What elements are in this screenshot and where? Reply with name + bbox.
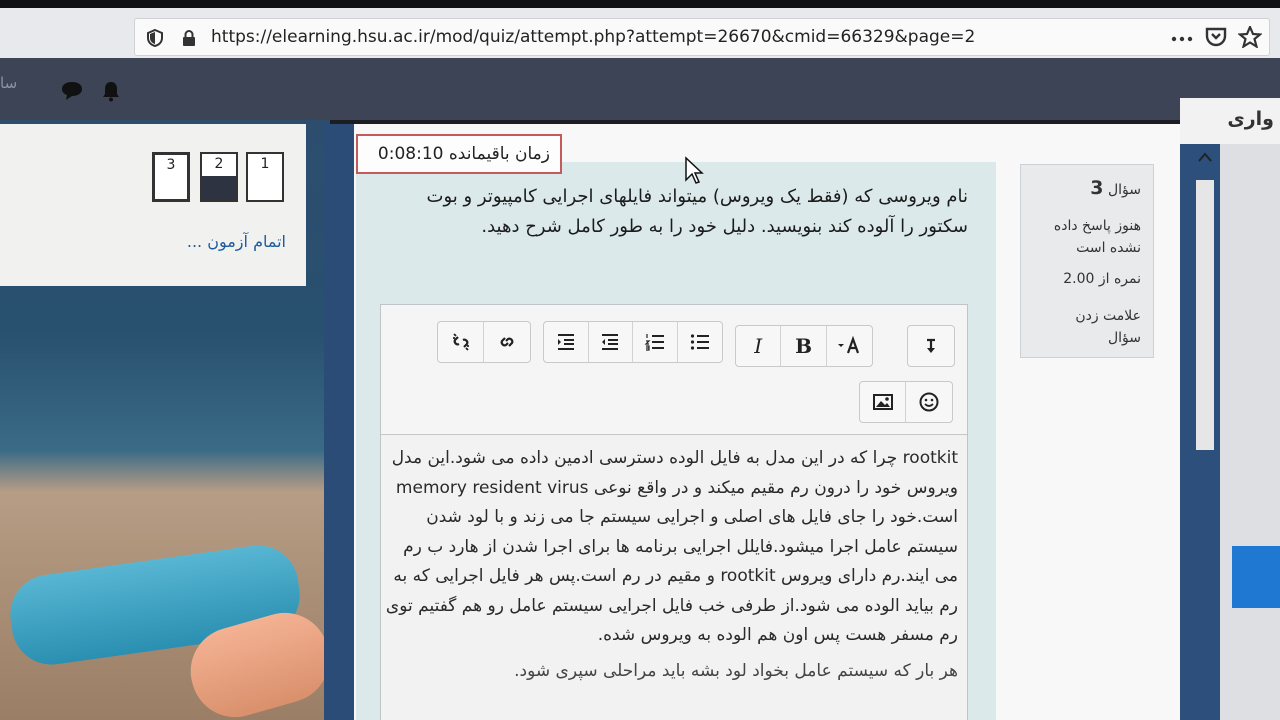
italic-button[interactable]: I — [736, 326, 782, 366]
question-label: سؤال — [1107, 182, 1141, 198]
question-number-label: 1 — [260, 156, 270, 172]
question-status: هنوز پاسخ داده نشده است — [1053, 218, 1141, 256]
pocket-icon[interactable] — [1204, 26, 1228, 48]
answered-indicator — [202, 176, 236, 200]
toolbar-toggle-group — [907, 325, 955, 367]
question-heading: سؤال 3 — [1090, 177, 1141, 199]
site-navbar: سا — [0, 58, 1280, 120]
question-mark: نمره از 2.00 — [1063, 271, 1141, 287]
messages-icon[interactable] — [60, 80, 84, 106]
outdent-icon[interactable] — [589, 322, 634, 362]
flag-label: علامت زدن سؤال — [1075, 308, 1141, 346]
answer-paragraph-1: rootkit چرا که در این مدل به فایل الوده … — [385, 448, 958, 645]
bold-button[interactable]: B — [781, 326, 827, 366]
editor-toolbar: I B — [381, 305, 967, 435]
quiz-timer: زمان باقیمانده 0:08:10 — [356, 134, 562, 174]
notifications-bell-icon[interactable] — [100, 80, 122, 106]
list-group — [543, 321, 723, 363]
right-panel — [1220, 144, 1280, 720]
question-number: 3 — [1090, 177, 1104, 199]
show-more-buttons-icon[interactable] — [908, 326, 954, 366]
more-actions-icon[interactable] — [1170, 28, 1194, 50]
image-icon[interactable] — [860, 382, 906, 422]
flag-question-toggle[interactable]: علامت زدن سؤال — [1041, 305, 1141, 349]
question-text: نام ویروسی که (فقط یک ویروس) میتواند فای… — [426, 186, 968, 237]
style-group: I B — [735, 325, 873, 367]
header-strip: واری — [1180, 98, 1280, 144]
question-number-label: 2 — [214, 156, 224, 172]
answer-paragraph-2: هر بار که سیستم عامل بخواد لود بشه باید … — [514, 660, 958, 681]
question-number-label: 3 — [166, 157, 176, 173]
indent-icon[interactable] — [544, 322, 589, 362]
bookmark-star-icon[interactable] — [1237, 24, 1263, 49]
mouse-cursor-icon — [684, 156, 704, 190]
link-icon[interactable] — [484, 322, 530, 362]
main-gutter — [324, 124, 354, 720]
link-group — [437, 321, 531, 363]
quiz-nav-question-2[interactable]: 2 — [200, 152, 238, 202]
site-title: واری — [1227, 108, 1274, 130]
finish-attempt-link[interactable]: اتمام آزمون ... — [187, 232, 286, 251]
emoticon-icon[interactable] — [906, 382, 952, 422]
unlink-icon[interactable] — [438, 322, 484, 362]
quiz-nav-question-1[interactable]: 1 — [246, 152, 284, 202]
site-short-name[interactable]: سا — [0, 74, 17, 92]
quiz-nav-question-3[interactable]: 3 — [152, 152, 190, 202]
unordered-list-icon[interactable] — [678, 322, 722, 362]
lock-icon[interactable] — [179, 28, 199, 48]
quiz-navigation-block: 3 2 1 اتمام آزمون ... — [0, 124, 306, 286]
ordered-list-icon[interactable] — [633, 322, 678, 362]
answer-content: rootkit چرا که در این مدل به فایل الوده … — [384, 444, 958, 686]
url-text: https://elearning.hsu.ac.ir/mod/quiz/att… — [211, 27, 976, 47]
font-color-icon[interactable] — [827, 326, 872, 366]
address-bar[interactable]: https://elearning.hsu.ac.ir/mod/quiz/att… — [134, 18, 1270, 56]
window-top-edge — [0, 0, 1280, 8]
right-panel-accent — [1232, 546, 1280, 608]
shield-icon[interactable] — [145, 28, 165, 48]
scrollbar-track[interactable] — [1196, 180, 1214, 450]
question-info-block: سؤال 3 هنوز پاسخ داده نشده است نمره از 2… — [1020, 164, 1154, 358]
browser-toolbar: https://elearning.hsu.ac.ir/mod/quiz/att… — [0, 8, 1280, 58]
insert-group — [859, 381, 953, 423]
scroll-up-icon[interactable] — [1198, 150, 1212, 166]
time-remaining: زمان باقیمانده 0:08:10 — [377, 144, 550, 164]
